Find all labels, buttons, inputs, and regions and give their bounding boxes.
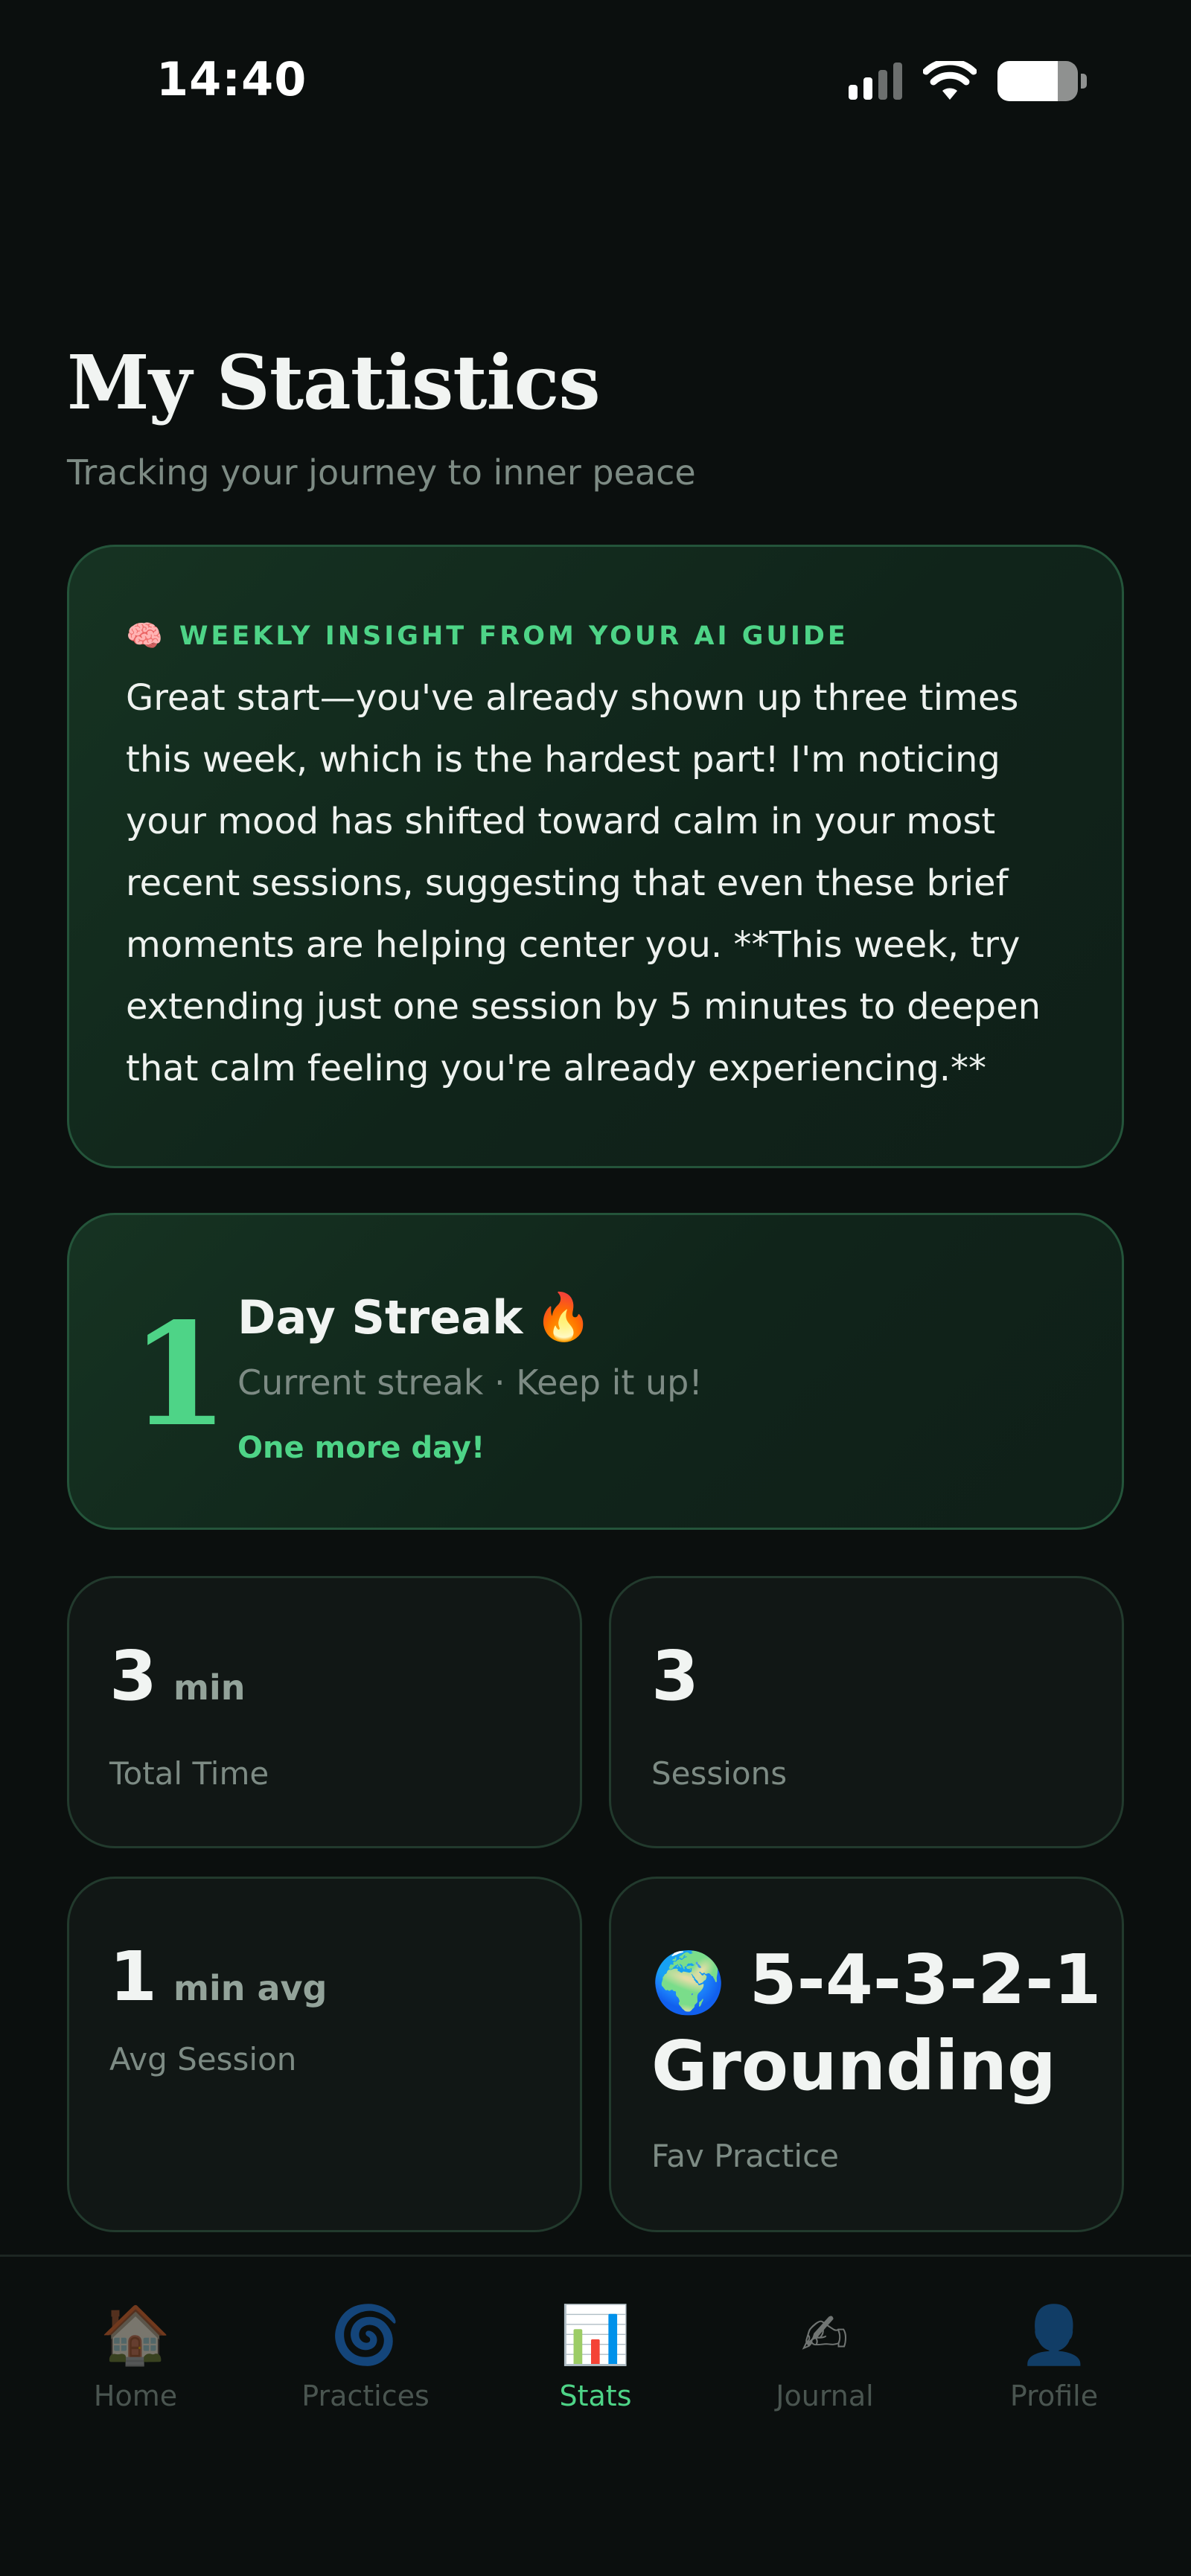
avg-session-value: 1 <box>109 1937 158 2016</box>
sessions-label: Sessions <box>651 1755 788 1792</box>
battery-fill <box>997 61 1058 101</box>
sessions-value-row: 3 <box>651 1636 699 1716</box>
streak-card: 1 Day Streak 🔥 Current streak · Keep it … <box>67 1213 1124 1530</box>
battery-nub <box>1081 74 1087 89</box>
avg-session-value-row: 1 min avg <box>109 1937 327 2016</box>
total-time-card: 3 min Total Time <box>67 1576 582 1848</box>
nav-label-stats: Stats <box>559 2380 632 2412</box>
streak-title: Day Streak <box>237 1289 523 1345</box>
avg-session-card: 1 min avg Avg Session <box>67 1877 582 2232</box>
total-time-unit: min <box>173 1667 246 1708</box>
status-icons <box>849 61 1087 101</box>
brain-icon: 🧠 <box>126 619 166 653</box>
nav-item-journal[interactable]: ✍ Journal <box>735 2298 914 2412</box>
page-title: My Statistics <box>67 339 601 426</box>
page-subtitle: Tracking your journey to inner peace <box>67 452 696 493</box>
nav-label-home: Home <box>93 2380 178 2412</box>
battery-icon <box>997 61 1078 101</box>
nav-item-stats[interactable]: 📊 Stats <box>506 2298 685 2412</box>
total-time-value-row: 3 min <box>109 1636 245 1716</box>
globe-icon: 🌍 <box>651 1948 726 2017</box>
nav-label-profile: Profile <box>1009 2380 1099 2412</box>
total-time-label: Total Time <box>109 1755 269 1792</box>
avg-session-label: Avg Session <box>109 2041 297 2077</box>
nav-item-practices[interactable]: 🌀 Practices <box>276 2298 455 2412</box>
insight-text: Great start—you've already shown up thre… <box>126 677 1041 1089</box>
nav-item-home[interactable]: 🏠 Home <box>46 2298 225 2412</box>
streak-subtitle: Current streak · Keep it up! <box>237 1362 703 1403</box>
house-icon: 🏠 <box>100 2301 171 2368</box>
fire-icon: 🔥 <box>534 1289 593 1344</box>
weekly-insight-card: 🧠 WEEKLY INSIGHT FROM YOUR AI GUIDE Grea… <box>67 545 1124 1168</box>
total-time-value: 3 <box>109 1636 158 1716</box>
sessions-value: 3 <box>651 1636 700 1716</box>
insight-label-row: 🧠 WEEKLY INSIGHT FROM YOUR AI GUIDE <box>126 618 849 653</box>
nav-item-profile[interactable]: 👤 Profile <box>965 2298 1143 2412</box>
insight-label: WEEKLY INSIGHT FROM YOUR AI GUIDE <box>179 621 849 651</box>
bar-chart-icon: 📊 <box>560 2301 631 2368</box>
status-bar: 14:40 <box>0 0 1191 164</box>
nav-label-journal: Journal <box>776 2380 874 2412</box>
streak-cheer: One more day! <box>237 1431 485 1465</box>
fav-practice-card: 🌍 5-4-3-2-1 Grounding Fav Practice <box>609 1877 1124 2232</box>
person-silhouette-icon: 👤 <box>1018 2301 1090 2368</box>
wifi-icon <box>923 61 977 100</box>
spiral-icon: 🌀 <box>330 2301 401 2368</box>
writing-hand-icon: ✍ <box>801 2301 849 2368</box>
fav-practice-name-row: 🌍 5-4-3-2-1 Grounding <box>651 1938 1113 2108</box>
sessions-card: 3 Sessions <box>609 1576 1124 1848</box>
avg-session-unit: min avg <box>173 1968 328 2008</box>
nav-label-practices: Practices <box>301 2380 430 2412</box>
streak-title-row: Day Streak 🔥 <box>237 1289 593 1345</box>
cellular-signal-icon <box>849 63 902 100</box>
fav-practice-label: Fav Practice <box>651 2138 839 2174</box>
bottom-nav: 🏠 Home 🌀 Practices 📊 Stats ✍ Journal 👤 P… <box>0 2255 1191 2576</box>
status-time: 14:40 <box>156 52 307 106</box>
streak-number: 1 <box>130 1292 229 1458</box>
